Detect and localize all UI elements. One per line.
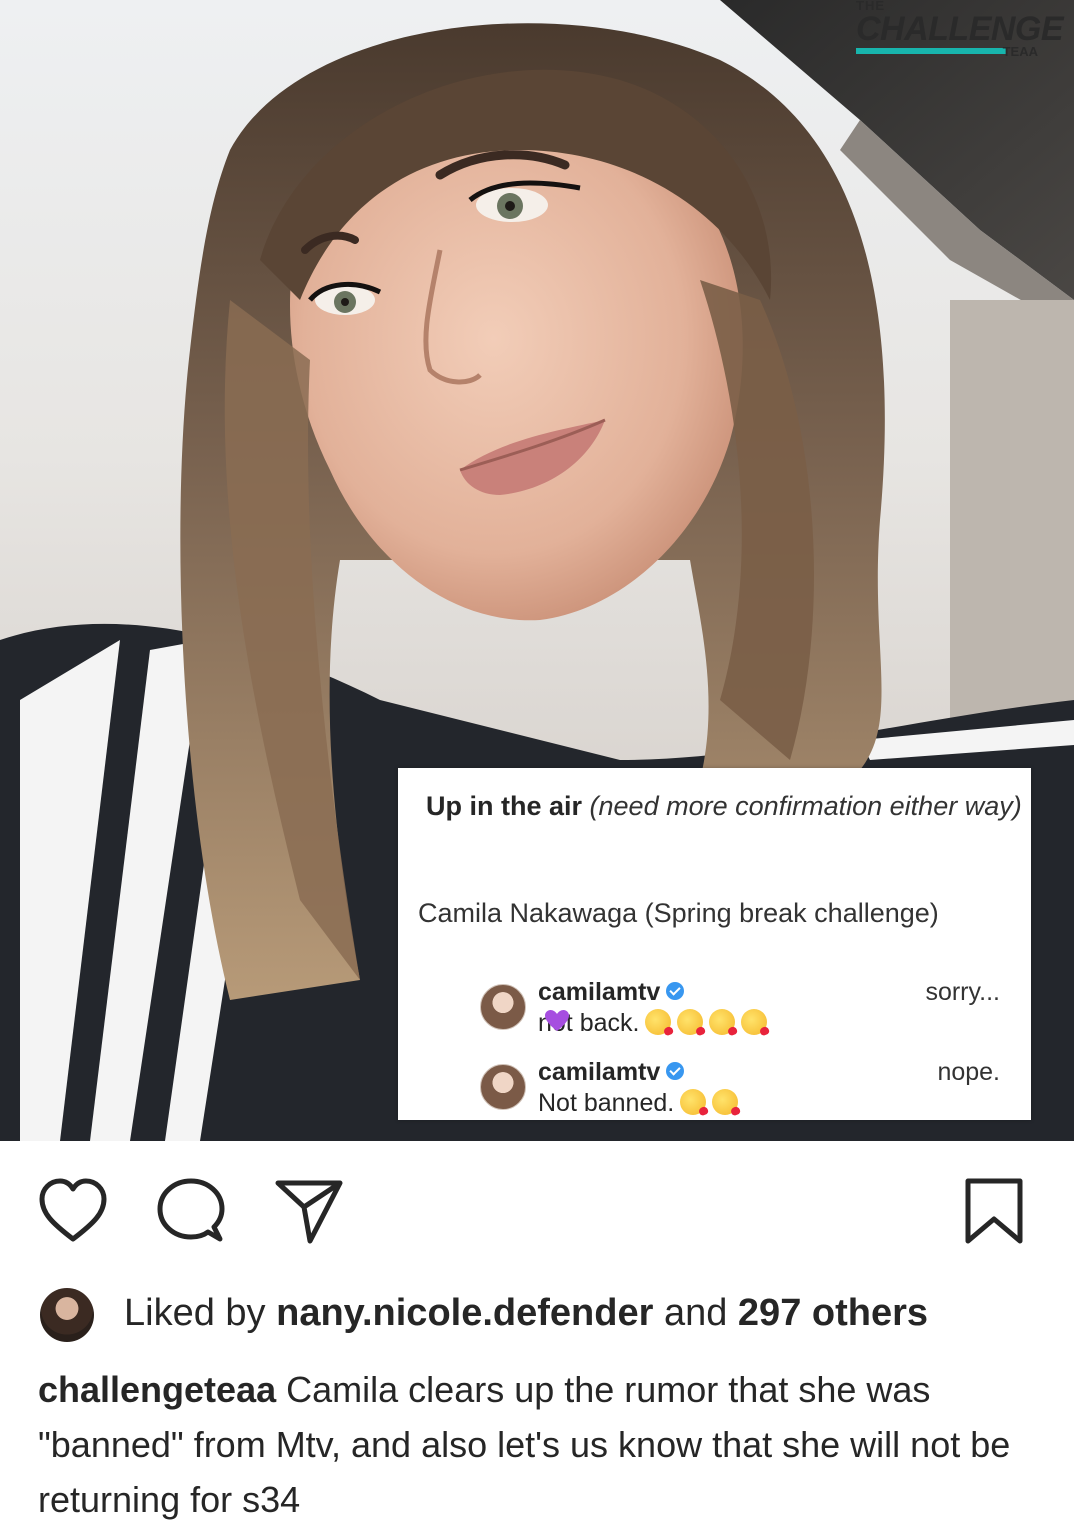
likes-username-link[interactable]: nany.nicole.defender [276, 1292, 653, 1334]
comment-text: not back. [538, 1009, 768, 1038]
likes-prefix: Liked by [124, 1292, 266, 1334]
kiss-face-icon [741, 1009, 768, 1036]
post-caption: challengeteaa Camila clears up the rumor… [38, 1362, 1038, 1527]
comment-reply-text: sorry... [925, 978, 1000, 1006]
verified-badge-icon [666, 1062, 685, 1081]
kiss-face-icon [680, 1089, 707, 1116]
post-image[interactable]: THE CHALLENGE TEAA Up in the air (need m… [0, 0, 1074, 1141]
comment-text-value: Not banned. [538, 1089, 675, 1117]
avatar [480, 1064, 526, 1110]
likes-row[interactable]: Liked by nany.nicole.defender and 297 ot… [40, 1288, 1040, 1344]
likes-text: Liked by nany.nicole.defender and 297 ot… [124, 1292, 928, 1335]
kiss-face-icon [645, 1009, 672, 1036]
kiss-face-icon [677, 1009, 704, 1036]
avatar[interactable] [40, 1288, 94, 1342]
comment-username-text: camilamtv [538, 1058, 661, 1086]
verified-badge-icon [666, 982, 685, 1001]
card-person-name: Camila Nakawaga (Spring break challenge) [418, 898, 939, 928]
post-action-bar [0, 1141, 1074, 1261]
comment-text: Not banned. [538, 1089, 739, 1118]
bookmark-outline-icon[interactable] [960, 1177, 1028, 1247]
likes-count-link[interactable]: 297 others [738, 1292, 928, 1334]
logo-bottom-text: TEAA [1002, 44, 1038, 59]
logo-accent-bar [856, 48, 1006, 54]
comment-bubble-icon[interactable] [156, 1177, 226, 1247]
comment-username: camilamtv [538, 978, 685, 1007]
comment-row: camilamtv not back. sorry... [480, 978, 1000, 1048]
card-heading-italic: (need more confirmation either way) [589, 791, 1022, 821]
kiss-face-icon [709, 1009, 736, 1036]
comment-username: camilamtv [538, 1058, 685, 1087]
caption-username-link[interactable]: challengeteaa [38, 1369, 276, 1410]
comment-username-text: camilamtv [538, 978, 661, 1006]
likes-middle: and [663, 1292, 728, 1334]
card-heading: Up in the air (need more confirmation ei… [426, 784, 1026, 828]
card-heading-bold: Up in the air [426, 791, 583, 821]
comment-reply-text: nope. [937, 1058, 1000, 1086]
paper-plane-icon[interactable] [274, 1177, 344, 1247]
comment-screenshot-card: Up in the air (need more confirmation ei… [398, 768, 1031, 1120]
avatar [480, 984, 526, 1030]
challenge-teaa-logo: THE CHALLENGE TEAA [844, 0, 1064, 62]
purple-heart-icon [545, 1010, 569, 1031]
comment-row: camilamtv Not banned. nope. [480, 1058, 1000, 1128]
kiss-face-icon [712, 1089, 739, 1116]
heart-outline-icon[interactable] [38, 1177, 108, 1247]
